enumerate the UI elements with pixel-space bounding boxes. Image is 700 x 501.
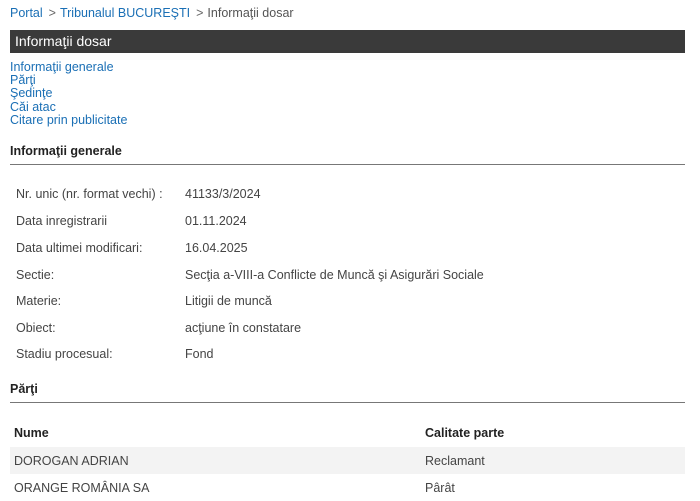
info-value: 16.04.2025 — [185, 241, 248, 255]
column-header-role: Calitate parte — [425, 426, 505, 440]
info-label: Obiect: — [16, 321, 56, 335]
party-role: Reclamant — [425, 454, 485, 468]
nav-link-appeals[interactable]: Căi atac — [10, 100, 127, 114]
breadcrumb-portal-link[interactable]: Portal — [10, 6, 43, 20]
page-title: Informaţii dosar — [10, 30, 685, 53]
table-row: DOROGAN ADRIAN Reclamant — [10, 447, 685, 474]
info-value: 41133/3/2024 — [185, 187, 261, 201]
breadcrumb-current: Informaţii dosar — [207, 6, 294, 20]
column-header-name: Nume — [14, 426, 49, 440]
party-name: DOROGAN ADRIAN — [14, 454, 129, 468]
table-row: ORANGE ROMÂNIA SA Pârât — [10, 474, 685, 501]
breadcrumb-court-link[interactable]: Tribunalul BUCUREŞTI — [60, 6, 190, 20]
info-label: Stadiu procesual: — [16, 347, 113, 361]
info-value: Fond — [185, 347, 214, 361]
parties-table-header: Nume Calitate parte — [10, 424, 685, 442]
info-value: 01.11.2024 — [185, 214, 247, 228]
info-label: Materie: — [16, 294, 62, 308]
general-info-heading: Informaţii generale — [10, 144, 685, 165]
breadcrumb-separator: > — [196, 6, 204, 20]
section-nav: Informaţii generale Părţi Şedinţe Căi at… — [10, 60, 127, 127]
nav-link-hearings[interactable]: Şedinţe — [10, 87, 127, 100]
breadcrumb: Portal > Tribunalul BUCUREŞTI > Informaţii d… — [10, 6, 294, 20]
info-value: Secţia a-VIII-a Conflicte de Muncă şi As… — [185, 268, 484, 282]
info-label: Data ultimei modificari: — [16, 241, 143, 255]
info-label: Data inregistrarii — [16, 214, 108, 228]
breadcrumb-separator: > — [48, 6, 56, 20]
info-label: Sectie: — [16, 268, 55, 282]
info-value: acţiune în constatare — [185, 321, 302, 335]
nav-link-public-summons[interactable]: Citare prin publicitate — [10, 113, 127, 127]
party-role: Pârât — [425, 481, 455, 495]
info-label: Nr. unic (nr. format vechi) : — [16, 187, 163, 201]
parties-heading: Părţi — [10, 382, 685, 403]
info-value: Litigii de muncă — [185, 294, 272, 308]
party-name: ORANGE ROMÂNIA SA — [14, 481, 150, 495]
